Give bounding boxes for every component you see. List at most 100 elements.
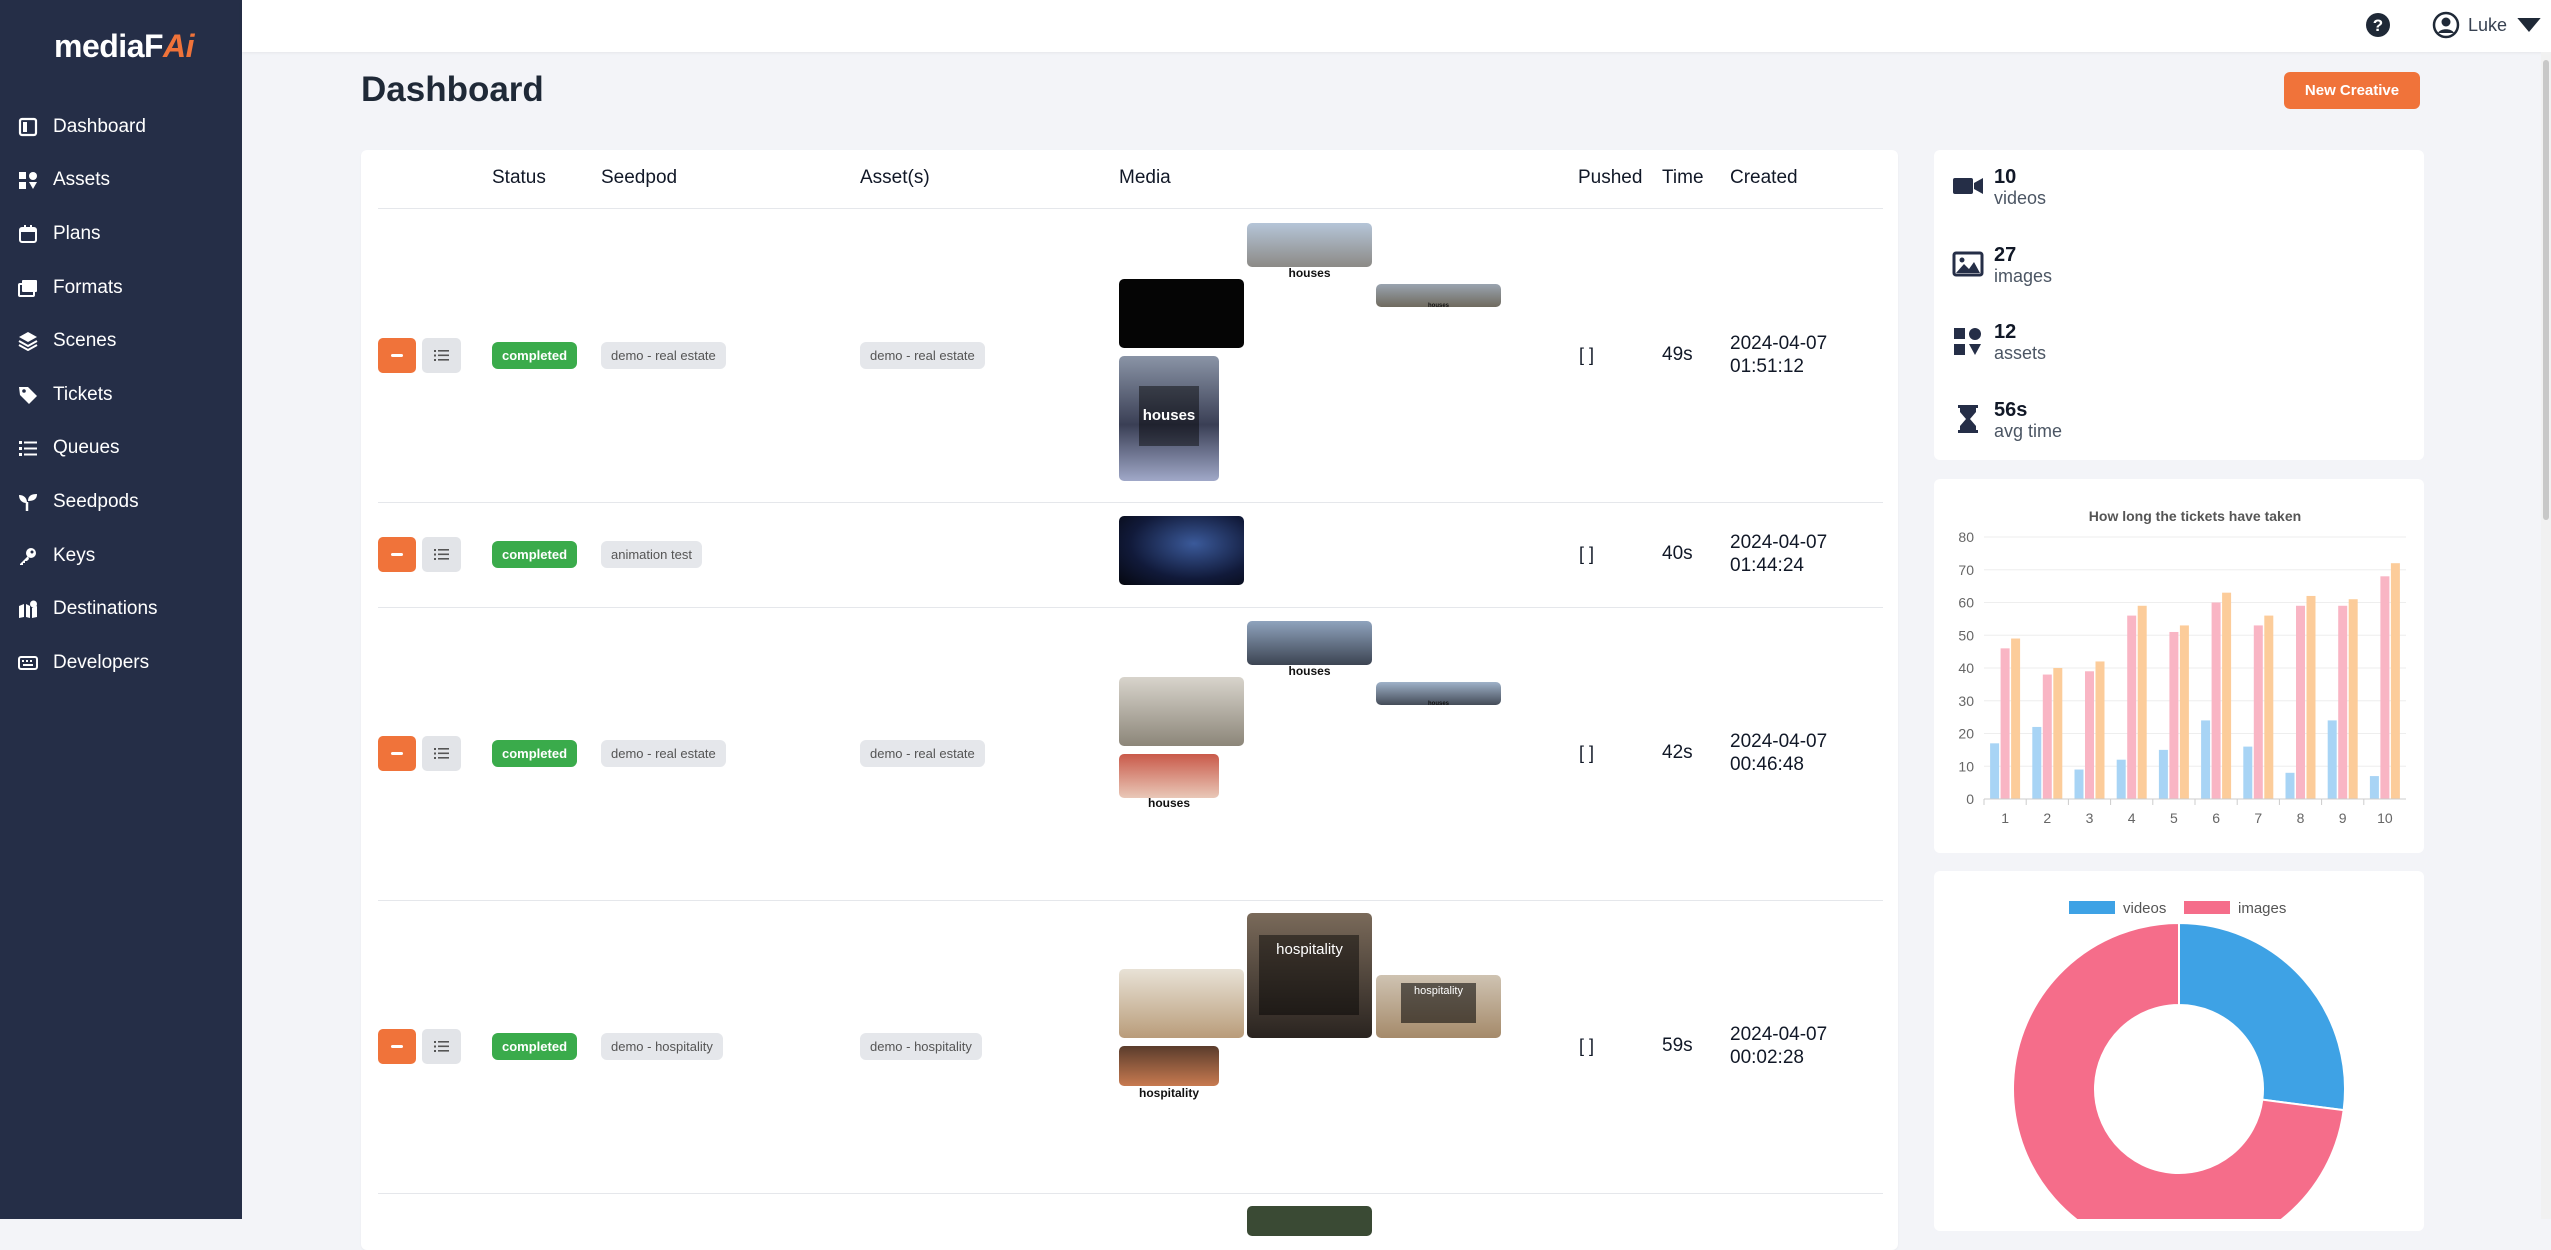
bar — [2348, 599, 2358, 799]
seedpod-chip[interactable]: animation test — [601, 541, 702, 568]
x-tick-label: 1 — [2001, 810, 2009, 826]
x-tick-label: 7 — [2254, 810, 2262, 826]
x-tick-label: 9 — [2339, 810, 2347, 826]
assets-icon — [19, 172, 37, 190]
media-thumbnail[interactable] — [1247, 621, 1372, 665]
x-tick-label: 2 — [2043, 810, 2051, 826]
bar — [2369, 776, 2379, 799]
remove-button[interactable] — [378, 736, 416, 771]
details-button[interactable] — [422, 736, 461, 771]
media-thumbnail[interactable] — [1119, 677, 1244, 746]
seedpod-chip[interactable]: demo - real estate — [601, 740, 726, 767]
row-divider — [378, 502, 1883, 503]
column-header-seedpod[interactable]: Seedpod — [601, 167, 677, 189]
media-thumbnail[interactable] — [1247, 223, 1372, 267]
list-icon — [434, 1041, 449, 1052]
media-caption: houses — [1427, 701, 1449, 707]
media-caption: houses — [1427, 303, 1449, 309]
ticket-duration-chart-card: How long the tickets have taken 0 10 20 30 40… — [1934, 479, 2424, 853]
bar — [2264, 615, 2274, 799]
created-value: 2024-04-07 00:02:28 — [1730, 1024, 1828, 1068]
remove-button[interactable] — [378, 537, 416, 572]
asset-chip[interactable]: demo - hospitality — [860, 1033, 982, 1060]
sidebar-item-queues[interactable]: Queues — [0, 422, 242, 476]
media-thumbnail[interactable] — [1119, 1046, 1219, 1086]
asset-chip[interactable]: demo - real estate — [860, 342, 985, 369]
key-icon — [20, 547, 36, 565]
media-split-chart-card: videos images — [1934, 871, 2424, 1250]
seedling-icon — [19, 493, 37, 511]
bar — [2285, 772, 2295, 799]
media-thumbnail[interactable] — [1119, 969, 1244, 1038]
column-header-assets[interactable]: Asset(s) — [860, 167, 930, 189]
sidebar-item-plans[interactable]: Plans — [0, 207, 242, 261]
bar — [2085, 671, 2094, 799]
sidebar-item-tickets[interactable]: Tickets — [0, 368, 242, 422]
sidebar-item-seedpods[interactable]: Seedpods — [0, 475, 242, 529]
created-value: 2024-04-07 01:44:24 — [1730, 532, 1828, 576]
column-header-status[interactable]: Status — [492, 167, 546, 189]
list-icon — [19, 441, 37, 457]
column-header-pushed[interactable]: Pushed — [1578, 167, 1642, 189]
media-thumbnail[interactable]: hospitality — [1247, 913, 1372, 1038]
sidebar-item-formats[interactable]: Formats — [0, 261, 242, 315]
chevron-down-icon — [2517, 18, 2541, 32]
x-tick-label: 10 — [2377, 810, 2393, 826]
bar — [2127, 615, 2137, 799]
remove-button[interactable] — [378, 338, 416, 373]
dashboard-icon — [18, 117, 38, 136]
column-header-created[interactable]: Created — [1730, 167, 1798, 189]
user-menu[interactable]: Luke — [2432, 10, 2543, 40]
pushed-value: [ ] — [1579, 345, 1595, 365]
status-badge: completed — [492, 1033, 578, 1060]
bar — [2179, 625, 2189, 799]
sidebar-item-developers[interactable]: Developers — [0, 636, 242, 690]
row-divider — [378, 607, 1883, 608]
bar — [2296, 605, 2305, 799]
calendar-icon — [19, 224, 37, 243]
chart-title: How long the tickets have taken — [2089, 508, 2301, 524]
media-thumbnail[interactable] — [1247, 1206, 1372, 1236]
asset-chip[interactable]: demo - real estate — [860, 740, 985, 767]
bar — [2169, 631, 2179, 799]
remove-button[interactable] — [378, 1029, 416, 1064]
sidebar-item-destinations[interactable]: Destinations — [0, 582, 242, 636]
details-button[interactable] — [422, 537, 461, 572]
app-logo[interactable]: mediaFAi — [54, 28, 195, 65]
media-thumbnail[interactable] — [1119, 516, 1244, 585]
image-icon — [1952, 251, 1984, 277]
x-tick-label: 8 — [2297, 810, 2305, 826]
seedpod-chip[interactable]: demo - real estate — [601, 342, 726, 369]
created-value: 2024-04-07 00:46:48 — [1730, 731, 1828, 775]
sidebar-item-scenes[interactable]: Scenes — [0, 314, 242, 368]
x-tick-label: 6 — [2212, 810, 2220, 826]
media-split-chart: videos images — [2012, 900, 2346, 1250]
bar — [2137, 605, 2147, 799]
column-header-media[interactable]: Media — [1119, 167, 1171, 189]
ticket-duration-chart: How long the tickets have taken 0 10 20 30 40… — [1958, 508, 2406, 826]
details-button[interactable] — [422, 338, 461, 373]
media-thumbnail[interactable] — [1119, 754, 1219, 798]
page-scrollbar-thumb[interactable] — [2543, 60, 2549, 520]
user-name: Luke — [2468, 14, 2508, 35]
layers-icon — [18, 332, 38, 352]
sidebar-item-assets[interactable]: Assets — [0, 154, 242, 208]
sidebar-item-dashboard[interactable]: Dashboard — [0, 100, 242, 154]
sidebar-nav: Dashboard Assets Plans Formats Scenes Ti… — [0, 100, 242, 690]
seedpod-chip[interactable]: demo - hospitality — [601, 1033, 723, 1060]
column-header-time[interactable]: Time — [1662, 167, 1704, 189]
sidebar-item-keys[interactable]: Keys — [0, 529, 242, 583]
time-value: 59s — [1662, 1035, 1693, 1056]
list-icon — [434, 350, 449, 361]
media-thumbnail[interactable] — [1119, 279, 1244, 348]
media-thumbnail[interactable]: houses — [1119, 356, 1219, 481]
y-tick-label: 70 — [1958, 562, 1974, 578]
row-divider — [378, 208, 1883, 209]
x-tick-label: 5 — [2170, 810, 2178, 826]
help-icon[interactable]: ? — [2364, 11, 2392, 39]
status-badge: completed — [492, 342, 578, 369]
media-thumbnail[interactable]: hospitality — [1376, 975, 1501, 1038]
new-creative-button[interactable]: New Creative — [2284, 72, 2420, 109]
details-button[interactable] — [422, 1029, 461, 1064]
bar — [2306, 595, 2316, 799]
